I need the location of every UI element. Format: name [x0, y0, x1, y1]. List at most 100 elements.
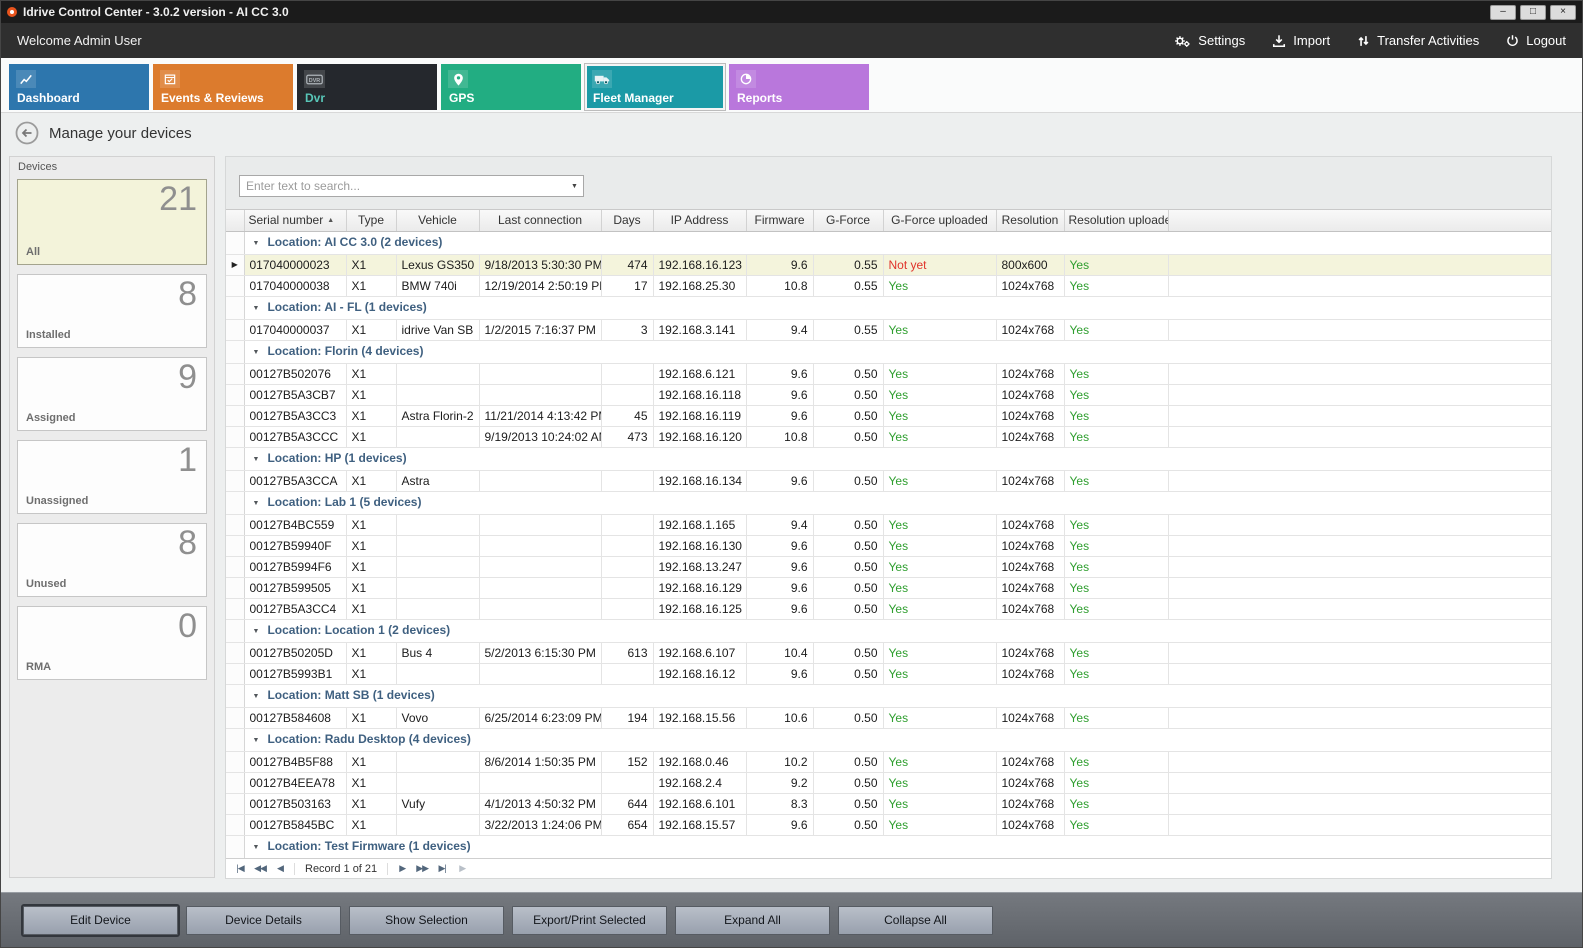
prev-record-button[interactable]: ◀	[270, 863, 290, 874]
device-row[interactable]: 00127B5A3CC3X1Astra Florin-211/21/2014 4…	[226, 405, 1551, 426]
extra-nav-button[interactable]: ▶	[452, 863, 472, 874]
close-button[interactable]: ×	[1550, 5, 1576, 20]
collapse-group-icon[interactable]: ▼	[253, 500, 260, 507]
cell-g-force: 0.50	[813, 598, 883, 619]
collapse-group-icon[interactable]: ▼	[253, 456, 260, 463]
maximize-button[interactable]: □	[1520, 5, 1546, 20]
device-row[interactable]: 00127B4BC559X1192.168.1.1659.40.50Yes102…	[226, 514, 1551, 535]
group-row[interactable]: ▼Location: Location 1 (2 devices)	[226, 619, 1551, 642]
group-row[interactable]: ▼Location: Florin (4 devices)	[226, 340, 1551, 363]
cell-serial-number: 00127B59940F	[244, 535, 346, 556]
group-row[interactable]: ▼Location: HP (1 devices)	[226, 447, 1551, 470]
column-header-firmware[interactable]: Firmware	[746, 210, 813, 231]
device-row[interactable]: 00127B5A3CCCX19/19/2013 10:24:02 AM47319…	[226, 426, 1551, 447]
group-row[interactable]: ▼Location: AI - FL (1 devices)	[226, 296, 1551, 319]
device-row[interactable]: 00127B599505X1192.168.16.1299.60.50Yes10…	[226, 577, 1551, 598]
column-header-ip-address[interactable]: IP Address	[653, 210, 746, 231]
collapse-group-icon[interactable]: ▼	[253, 628, 260, 635]
last-record-button[interactable]: ▶|	[432, 863, 452, 874]
tab-events-reviews[interactable]: Events & Reviews	[153, 64, 293, 110]
cell-vehicle: Vovo	[396, 707, 479, 728]
group-row[interactable]: ▼Location: Matt SB (1 devices)	[226, 684, 1551, 707]
group-row[interactable]: ▼Location: AI CC 3.0 (2 devices)	[226, 231, 1551, 254]
cell-last-connection	[479, 535, 601, 556]
search-input[interactable]	[240, 176, 566, 196]
cell-serial-number: 00127B4BC559	[244, 514, 346, 535]
first-record-button[interactable]: |◀	[230, 863, 250, 874]
collapse-group-icon[interactable]: ▼	[253, 349, 260, 356]
back-button[interactable]	[15, 121, 39, 145]
device-row[interactable]: 00127B5845BCX13/22/2013 1:24:06 PM654192…	[226, 814, 1551, 835]
device-row[interactable]: 00127B4EEA78X1192.168.2.49.20.50Yes1024x…	[226, 772, 1551, 793]
device-details-button[interactable]: Device Details	[186, 906, 341, 935]
group-row[interactable]: ▼Location: Radu Desktop (4 devices)	[226, 728, 1551, 751]
filter-label: Installed	[26, 329, 71, 341]
column-header-days[interactable]: Days	[601, 210, 653, 231]
cell-last-connection	[479, 470, 601, 491]
device-row[interactable]: 00127B503163X1Vufy4/1/2013 4:50:32 PM644…	[226, 793, 1551, 814]
tab-gps[interactable]: GPS	[441, 64, 581, 110]
cell-serial-number: 00127B5A3CB7	[244, 384, 346, 405]
column-header-vehicle[interactable]: Vehicle	[396, 210, 479, 231]
group-row[interactable]: ▼Location: Lab 1 (5 devices)	[226, 491, 1551, 514]
column-header-type[interactable]: Type	[346, 210, 396, 231]
device-row[interactable]: 00127B5994F6X1192.168.13.2479.60.50Yes10…	[226, 556, 1551, 577]
minimize-button[interactable]: –	[1490, 5, 1516, 20]
column-header-last-connection[interactable]: Last connection	[479, 210, 601, 231]
collapse-group-icon[interactable]: ▼	[253, 693, 260, 700]
cell-g-force: 0.50	[813, 772, 883, 793]
tab-reports[interactable]: Reports	[729, 64, 869, 110]
prev-page-button[interactable]: ◀◀	[250, 863, 270, 874]
transfer-activities-button[interactable]: Transfer Activities	[1357, 33, 1479, 48]
device-row[interactable]: 017040000037X1idrive Van SB1/2/2015 7:16…	[226, 319, 1551, 340]
tab-fleet-manager[interactable]: Fleet Manager	[585, 64, 725, 110]
device-row[interactable]: 017040000038X1BMW 740i12/19/2014 2:50:19…	[226, 275, 1551, 296]
show-selection-button[interactable]: Show Selection	[349, 906, 504, 935]
cell-filler	[1168, 598, 1551, 619]
device-filter-assigned[interactable]: 9Assigned	[17, 357, 207, 431]
column-header-g-force[interactable]: G-Force	[813, 210, 883, 231]
cell-type: X1	[346, 577, 396, 598]
group-row[interactable]: ▼Location: Test Firmware (1 devices)	[226, 835, 1551, 858]
cell-resolution: 1024x768	[996, 426, 1064, 447]
collapse-group-icon[interactable]: ▼	[253, 305, 260, 312]
search-dropdown-icon[interactable]: ▼	[566, 176, 583, 196]
logout-button[interactable]: Logout	[1506, 33, 1566, 48]
device-row[interactable]: ▶017040000023X1Lexus GS3509/18/2013 5:30…	[226, 254, 1551, 275]
tab-dvr[interactable]: DVRDvr	[297, 64, 437, 110]
column-header-resolution-uploaded[interactable]: Resolution uploaded	[1064, 210, 1168, 231]
collapse-all-button[interactable]: Collapse All	[838, 906, 993, 935]
collapse-group-icon[interactable]: ▼	[253, 844, 260, 851]
device-row[interactable]: 00127B5993B1X1192.168.16.129.60.50Yes102…	[226, 663, 1551, 684]
edit-device-button[interactable]: Edit Device	[23, 906, 178, 935]
device-row[interactable]: 00127B5A3CCAX1Astra192.168.16.1349.60.50…	[226, 470, 1551, 491]
next-record-button[interactable]: ▶	[392, 863, 412, 874]
device-row[interactable]: 00127B502076X1192.168.6.1219.60.50Yes102…	[226, 363, 1551, 384]
device-filter-all[interactable]: 21All	[17, 179, 207, 265]
cell-type: X1	[346, 470, 396, 491]
column-header-resolution[interactable]: Resolution	[996, 210, 1064, 231]
device-filter-unused[interactable]: 8Unused	[17, 523, 207, 597]
column-header-g-force-uploaded[interactable]: G-Force uploaded	[883, 210, 996, 231]
expand-all-button[interactable]: Expand All	[675, 906, 830, 935]
device-filter-unassigned[interactable]: 1Unassigned	[17, 440, 207, 514]
cell-g-force: 0.50	[813, 535, 883, 556]
device-row[interactable]: 00127B584608X1Vovo6/25/2014 6:23:09 PM19…	[226, 707, 1551, 728]
device-filter-installed[interactable]: 8Installed	[17, 274, 207, 348]
import-button[interactable]: Import	[1272, 33, 1330, 48]
collapse-group-icon[interactable]: ▼	[253, 737, 260, 744]
tab-dashboard[interactable]: Dashboard	[9, 64, 149, 110]
device-row[interactable]: 00127B50205DX1Bus 45/2/2013 6:15:30 PM61…	[226, 642, 1551, 663]
collapse-group-icon[interactable]: ▼	[253, 240, 260, 247]
device-row[interactable]: 00127B59940FX1192.168.16.1309.60.50Yes10…	[226, 535, 1551, 556]
device-row[interactable]: 00127B5A3CB7X1192.168.16.1189.60.50Yes10…	[226, 384, 1551, 405]
device-row[interactable]: 00127B4B5F88X18/6/2014 1:50:35 PM152192.…	[226, 751, 1551, 772]
device-row[interactable]: 00127B5A3CC4X1192.168.16.1259.60.50Yes10…	[226, 598, 1551, 619]
settings-button[interactable]: Settings	[1174, 33, 1245, 48]
column-header-serial-number[interactable]: Serial number▲	[244, 210, 346, 231]
next-page-button[interactable]: ▶▶	[412, 863, 432, 874]
export-print-selected-button[interactable]: Export/Print Selected	[512, 906, 667, 935]
device-filter-rma[interactable]: 0RMA	[17, 606, 207, 680]
cell-g-force: 0.50	[813, 793, 883, 814]
cell-filler	[1168, 535, 1551, 556]
